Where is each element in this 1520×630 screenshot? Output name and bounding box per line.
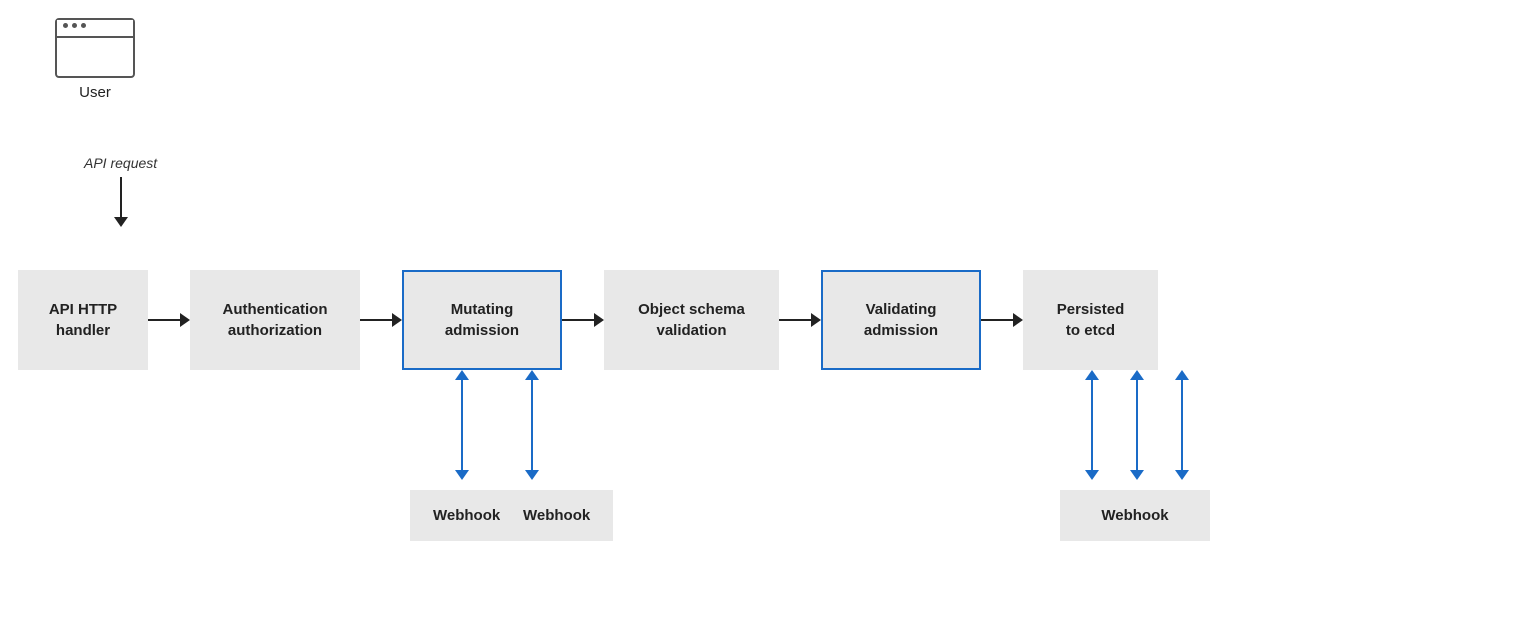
browser-icon: [55, 18, 135, 78]
webhook-box-3: Webhook: [1060, 490, 1210, 541]
box-validating-admission: Validating admission: [821, 270, 981, 370]
arrow-4: [779, 313, 821, 327]
double-arrow-validating-3: [1175, 370, 1189, 480]
box-object-schema: Object schema validation: [604, 270, 779, 370]
box-auth-authz: Authentication authorization: [190, 270, 360, 370]
double-arrow-mutating-left: [455, 370, 469, 480]
box-persisted-etcd: Persisted to etcd: [1023, 270, 1158, 370]
arrow-5: [981, 313, 1023, 327]
box-mutating-admission: Mutating admission: [402, 270, 562, 370]
double-arrow-validating-1: [1085, 370, 1099, 480]
arrow-1: [148, 313, 190, 327]
user-label: User: [79, 84, 111, 101]
double-arrow-mutating-right: [525, 370, 539, 480]
user-arrow-head: [114, 217, 128, 227]
process-row: API HTTP handler Authentication authoriz…: [18, 270, 1158, 370]
box-api-http-handler: API HTTP handler: [18, 270, 148, 370]
webhook-box-2: Webhook: [500, 490, 613, 541]
arrow-3: [562, 313, 604, 327]
arrow-2: [360, 313, 402, 327]
diagram-container: User API request API HTTP handler Authen…: [0, 0, 1520, 630]
user-arrow-line: [120, 177, 122, 217]
user-section: User: [55, 18, 135, 101]
browser-dots: [63, 23, 86, 28]
api-request-label: API request: [84, 155, 157, 171]
double-arrow-validating-2: [1130, 370, 1144, 480]
